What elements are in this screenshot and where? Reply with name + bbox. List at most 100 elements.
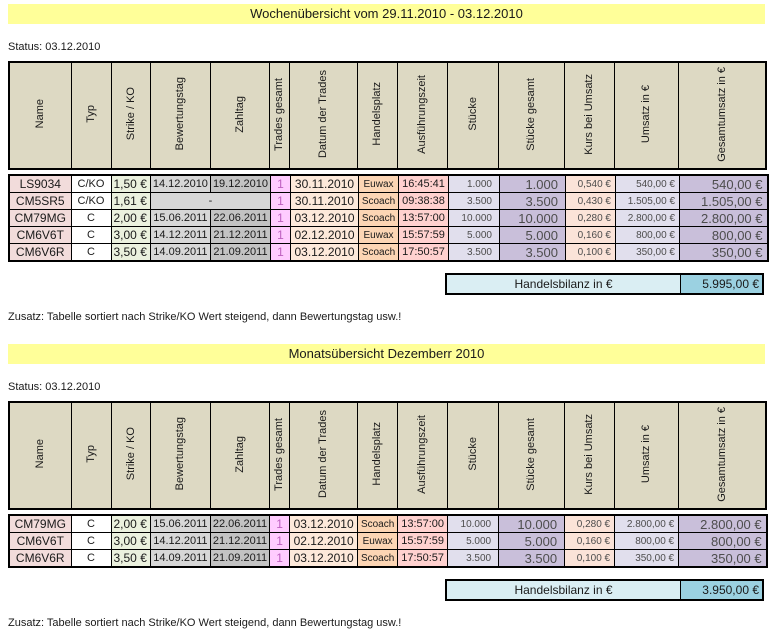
header-label: Datum der Trades: [317, 69, 329, 159]
header-label: Stücke gesamt: [525, 77, 537, 151]
cell-stk: 5.000: [448, 226, 500, 244]
balance-value: 5.995,00 €: [681, 275, 762, 293]
week-report-section: Wochenübersicht vom 29.11.2010 - 03.12.2…: [8, 4, 773, 324]
cell-gesamt: 800,00 €: [679, 226, 768, 244]
cell-trades: 1: [270, 192, 291, 210]
cell-trades: 1: [270, 209, 291, 227]
header-label: Bewertungstag: [174, 77, 186, 151]
cell-zahl: 21.09.2011: [209, 243, 272, 262]
month-report-title: Monatsübersicht Dezemberr 2010: [8, 344, 765, 364]
cell-gesamt: 350,00 €: [678, 549, 768, 568]
cell-zahl: 19.12.2010: [209, 174, 272, 193]
week-column-header-table: Name Typ Strike / KO Bewertungstag Zahltag Tr…: [8, 61, 767, 170]
cell-stk: 10.000: [447, 514, 500, 533]
week-trades-table: LS9034 C/KO 1,50 €14.12.2010 19.12.2010 1 30.…: [8, 174, 769, 262]
cell-datum: 30.11.2010: [290, 174, 359, 193]
cell-zahl: 22.06.2011: [209, 514, 271, 533]
cell-kurs: 0,280 €: [564, 514, 616, 533]
header-cell-gesamt: Gesamtumsatz in €: [677, 401, 767, 510]
header-cell-datum: Datum der Trades: [288, 61, 358, 170]
table-row: CM6V6T C 3,00 €14.12.2011 21.12.2011 1 02.12.…: [8, 226, 768, 244]
header-cell-stkges: Stücke gesamt: [497, 401, 565, 510]
table-row: LS9034 C/KO 1,50 €14.12.2010 19.12.2010 1 30.…: [8, 174, 768, 193]
balance-value: 3.950,00 €: [681, 581, 762, 599]
header-cell-stkges: Stücke gesamt: [497, 61, 565, 170]
cell-kurs: 0,540 €: [565, 174, 616, 193]
month-report-section: Monatsübersicht Dezemberr 2010 Status: 0…: [8, 344, 773, 630]
cell-platz: Scoach: [358, 243, 399, 262]
cell-typ: C/KO: [70, 192, 112, 210]
cell-strike: 2,00 €: [110, 209, 151, 227]
month-column-header-table: Name Typ Strike / KO Bewertungstag Zahltag Tr…: [8, 401, 767, 510]
cell-stk: 3.500: [448, 192, 500, 210]
header-cell-datum: Datum der Trades: [288, 401, 358, 510]
month-header-rowgroup: Name Typ Strike / KO Bewertungstag Zahltag Tr…: [8, 401, 767, 510]
cell-typ: C/KO: [70, 174, 112, 193]
cell-stkges: 10.000: [499, 209, 566, 227]
cell-trades: 1: [269, 514, 291, 533]
header-label: Handelsplatz: [371, 422, 383, 486]
header-label: Umsatz in €: [640, 84, 652, 144]
cell-kurs: 0,100 €: [565, 243, 616, 262]
cell-datum: 03.12.2010: [289, 514, 359, 533]
report-sheet: Wochenübersicht vom 29.11.2010 - 03.12.2…: [0, 0, 773, 630]
cell-typ: C: [70, 549, 112, 568]
cell-bew: 14.09.2011: [149, 243, 211, 262]
header-label: Gesamtumsatz in €: [715, 66, 728, 162]
table-row: CM6V6R C 3,50 €14.09.2011 21.09.2011 1 03.12.…: [8, 549, 768, 568]
cell-umsatz: 2.800,00 €: [614, 514, 680, 533]
cell-platz: Euwax: [358, 174, 399, 193]
week-header-rowgroup: Name Typ Strike / KO Bewertungstag Zahltag Tr…: [8, 61, 767, 170]
cell-platz: Scoach: [357, 549, 399, 568]
cell-trades: 1: [269, 549, 291, 568]
cell-gesamt: 800,00 €: [678, 532, 768, 550]
header-cell-kurs: Kurs bei Umsatz: [563, 61, 615, 170]
header-label: Gesamtumsatz in €: [715, 406, 728, 502]
cell-typ: C: [70, 209, 112, 227]
header-cell-name: Name: [8, 61, 72, 170]
cell-stk: 1.000: [448, 174, 500, 193]
cell-typ: C: [70, 243, 112, 262]
header-cell-trades: Trades gesamt: [268, 61, 290, 170]
cell-stk: 5.000: [447, 532, 500, 550]
cell-zeit: 16:45:41: [398, 174, 449, 193]
cell-bew: 14.12.2010: [149, 174, 211, 193]
week-status-text: Status: 03.12.2010: [8, 41, 101, 53]
header-label: Typ: [85, 445, 97, 463]
cell-strike: 1,61 €: [110, 192, 151, 210]
cell-zeit: 13:57:00: [398, 209, 449, 227]
header-cell-trades: Trades gesamt: [268, 401, 290, 510]
cell-zeit: 17:50:57: [398, 243, 449, 262]
header-label: Name: [34, 439, 47, 469]
header-cell-strike: Strike / KO: [110, 61, 151, 170]
cell-datum: 03.12.2010: [289, 549, 359, 568]
week-footnote-text: Zusatz: Tabelle sortiert nach Strike/KO …: [8, 311, 402, 323]
table-row: CM5SR5 C/KO 1,61 € -1 30.11.2010 Scoach 09:38:…: [8, 192, 768, 210]
cell-name: CM79MG: [8, 514, 72, 533]
header-cell-umsatz: Umsatz in €: [613, 61, 679, 170]
header-cell-platz: Handelsplatz: [356, 401, 398, 510]
cell-umsatz: 350,00 €: [615, 243, 680, 262]
header-cell-strike: Strike / KO: [110, 401, 151, 510]
cell-name: CM6V6R: [8, 549, 72, 568]
header-cell-bew: Bewertungstag: [149, 401, 211, 510]
cell-typ: C: [70, 532, 112, 550]
header-label: Trades gesamt: [273, 77, 285, 151]
cell-trades: 1: [269, 532, 291, 550]
cell-stkges: 3.500: [499, 243, 566, 262]
month-status-text: Status: 03.12.2010: [8, 381, 101, 393]
header-cell-zeit: Ausführungszeit: [396, 401, 448, 510]
table-row: CM6V6R C 3,50 €14.09.2011 21.09.2011 1 03.12.…: [8, 243, 768, 262]
header-label: Kurs bei Umsatz: [583, 413, 595, 495]
cell-name: CM5SR5: [8, 192, 72, 210]
cell-trades: 1: [270, 243, 291, 262]
cell-zahl: 21.12.2011: [209, 532, 271, 550]
header-label: Zahltag: [233, 95, 246, 133]
cell-name: CM6V6T: [8, 226, 72, 244]
header-label: Datum der Trades: [317, 409, 329, 499]
cell-kurs: 0,160 €: [565, 226, 616, 244]
header-label: Typ: [85, 105, 97, 123]
cell-platz: Scoach: [358, 209, 399, 227]
cell-trades: 1: [270, 226, 291, 244]
header-cell-zahl: Zahltag: [209, 401, 270, 510]
